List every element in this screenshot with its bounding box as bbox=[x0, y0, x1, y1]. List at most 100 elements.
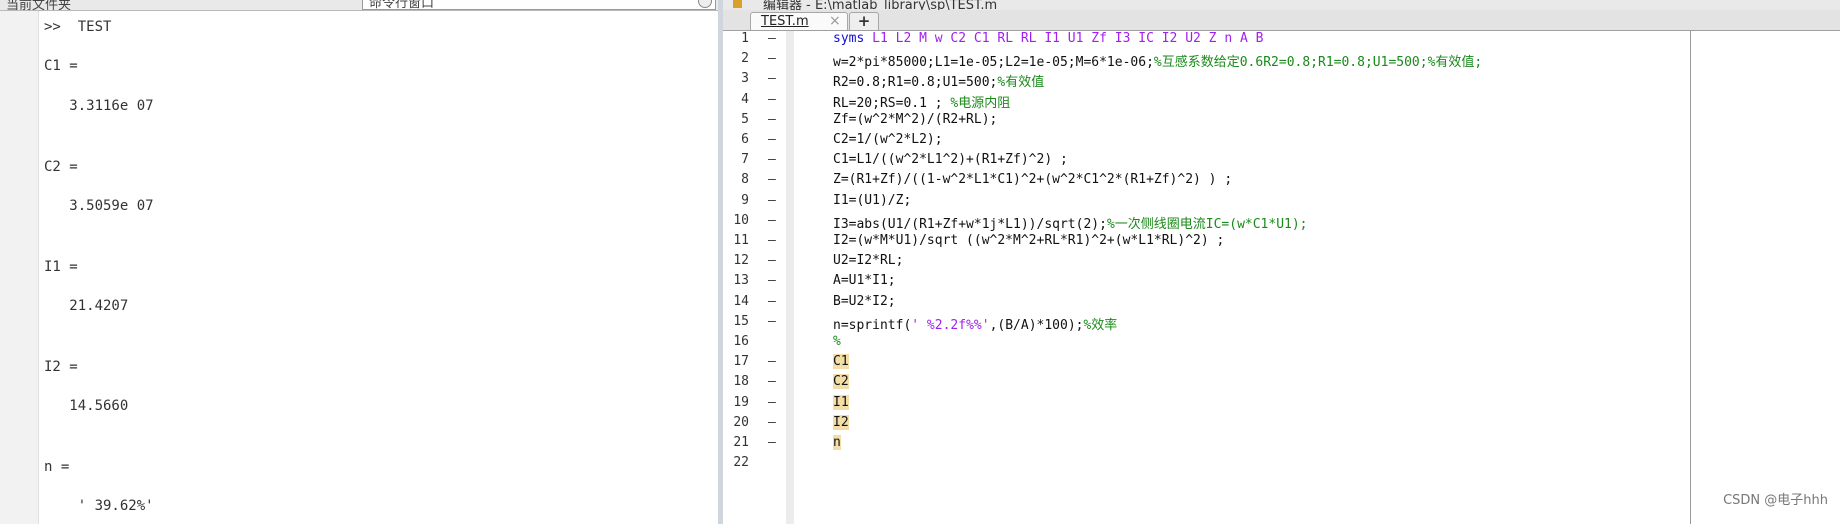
dropdown-icon[interactable] bbox=[698, 0, 712, 8]
code-line[interactable]: C2 bbox=[833, 374, 849, 389]
breakpoint-dash[interactable]: — bbox=[768, 354, 776, 369]
breakpoint-dash[interactable]: — bbox=[768, 374, 776, 389]
breakpoint-dash[interactable]: — bbox=[768, 213, 776, 228]
breakpoint-dash[interactable]: — bbox=[768, 314, 776, 329]
code-line[interactable]: A=U1*I1; bbox=[833, 273, 896, 288]
breakpoint-dash[interactable]: — bbox=[768, 132, 776, 147]
line-number: 21 bbox=[733, 435, 749, 450]
line-number: 22 bbox=[733, 455, 749, 470]
breakpoint-dash[interactable]: — bbox=[768, 395, 776, 410]
command-output-line: C2 = bbox=[44, 159, 78, 175]
breakpoint-dash[interactable]: — bbox=[768, 294, 776, 309]
command-history-combo[interactable]: 命令行窗口 bbox=[362, 0, 716, 10]
code-line[interactable]: n=sprintf(' %2.2f%%',(B/A)*100);%效率 bbox=[833, 314, 1117, 333]
code-token: % bbox=[833, 334, 841, 349]
code-line[interactable]: I2 bbox=[833, 415, 849, 430]
breakpoint-dash[interactable]: — bbox=[768, 51, 776, 66]
line-number: 7 bbox=[741, 152, 749, 167]
code-token: A=U1*I1; bbox=[833, 273, 896, 288]
command-output-line: >> TEST bbox=[44, 19, 112, 35]
breakpoint-dash[interactable]: — bbox=[768, 193, 776, 208]
breakpoint-dash[interactable]: — bbox=[768, 71, 776, 86]
breakpoint-dash[interactable]: — bbox=[768, 112, 776, 127]
line-number: 12 bbox=[733, 253, 749, 268]
breakpoint-dash[interactable]: — bbox=[768, 172, 776, 187]
line-number: 9 bbox=[741, 193, 749, 208]
code-line[interactable]: C1 bbox=[833, 354, 849, 369]
breakpoint-dash[interactable]: — bbox=[768, 435, 776, 450]
line-number: 4 bbox=[741, 92, 749, 107]
line-number: 19 bbox=[733, 395, 749, 410]
code-token: C1=L1/((w^2*L1^2)+(R1+Zf)^2) ; bbox=[833, 152, 1068, 167]
breakpoint-dash[interactable]: — bbox=[768, 92, 776, 107]
code-token: %互感系数给定0.6R2=0.8;R1=0.8;U1=500;%有效值; bbox=[1153, 55, 1483, 70]
code-line[interactable]: w=2*pi*85000;L1=1e-05;L2=1e-05;M=6*1e-06… bbox=[833, 51, 1482, 70]
line-number: 1 bbox=[741, 31, 749, 46]
code-token: n bbox=[833, 435, 841, 450]
new-tab-button[interactable]: + bbox=[849, 12, 879, 30]
line-number: 14 bbox=[733, 294, 749, 309]
command-output-line: 3.5059e 07 bbox=[44, 198, 154, 214]
editor-tab-bar: TEST.m × + bbox=[723, 10, 1840, 31]
line-number: 3 bbox=[741, 71, 749, 86]
code-token: syms bbox=[833, 31, 873, 46]
code-line[interactable]: RL=20;RS=0.1 ; %电源内阻 bbox=[833, 92, 1010, 111]
code-token: C2 bbox=[833, 374, 849, 389]
code-token: L1 L2 M w C2 C1 RL RL I1 U1 Zf I3 IC I2 … bbox=[872, 31, 1264, 46]
breakpoint-dash[interactable]: — bbox=[768, 152, 776, 167]
editor-panel: 编辑器 - E:\matlab_library\sp\TEST.m TEST.m… bbox=[723, 0, 1840, 524]
command-history-combo-label: 命令行窗口 bbox=[369, 0, 435, 10]
editor-title-bar: 编辑器 - E:\matlab_library\sp\TEST.m bbox=[723, 0, 1840, 10]
code-line[interactable]: I1 bbox=[833, 395, 849, 410]
code-line[interactable]: B=U2*I2; bbox=[833, 294, 896, 309]
code-token: I2 bbox=[833, 415, 849, 430]
code-token: I2=(w*M*U1)/sqrt ((w^2*M^2+RL*R1)^2+(w*L… bbox=[833, 233, 1225, 248]
command-output-line: 14.5660 bbox=[44, 398, 129, 414]
tab-test-m[interactable]: TEST.m × bbox=[750, 12, 848, 30]
breakpoint-dash[interactable]: — bbox=[768, 253, 776, 268]
command-output-line: 3.3116e 07 bbox=[44, 98, 154, 114]
line-number-gutter: 1 2 3 4 5 6 7 8 9 10 11 12 13 14 15 16 17 18 19 20 21 22 bbox=[723, 31, 763, 524]
code-line[interactable]: U2=I2*RL; bbox=[833, 253, 903, 268]
breakpoint-dash[interactable]: — bbox=[768, 233, 776, 248]
breakpoint-dash[interactable]: — bbox=[768, 31, 776, 46]
breakpoint-dash[interactable]: — bbox=[768, 273, 776, 288]
code-line[interactable]: syms L1 L2 M w C2 C1 RL RL I1 U1 Zf I3 I… bbox=[833, 31, 1263, 46]
command-output-line: C1 = bbox=[44, 58, 78, 74]
command-output-line: I2 = bbox=[44, 359, 78, 375]
code-line[interactable]: % bbox=[833, 334, 841, 349]
code-token: B=U2*I2; bbox=[833, 294, 896, 309]
right-margin-line bbox=[1690, 31, 1691, 524]
code-token: C1 bbox=[833, 354, 849, 369]
command-window-gutter bbox=[0, 11, 39, 524]
code-token: ,(B/A)*100); bbox=[989, 318, 1084, 333]
line-number: 15 bbox=[733, 314, 749, 329]
code-line[interactable]: n bbox=[833, 435, 841, 450]
code-line[interactable]: I2=(w*M*U1)/sqrt ((w^2*M^2+RL*R1)^2+(w*L… bbox=[833, 233, 1224, 248]
tab-label: TEST.m bbox=[761, 14, 809, 29]
code-line[interactable]: C2=1/(w^2*L2); bbox=[833, 132, 943, 147]
code-token: %有效值 bbox=[997, 75, 1045, 90]
breakpoint-gutter[interactable]: — — — — — — — — — — — — — — — — — — — — bbox=[764, 31, 786, 524]
code-area[interactable]: syms L1 L2 M w C2 C1 RL RL I1 U1 Zf I3 I… bbox=[833, 31, 1690, 524]
code-token: %效率 bbox=[1083, 318, 1118, 333]
line-number: 5 bbox=[741, 112, 749, 127]
code-line[interactable]: R2=0.8;R1=0.8;U1=500;%有效值 bbox=[833, 71, 1044, 90]
line-number: 18 bbox=[733, 374, 749, 389]
code-line[interactable]: Z=(R1+Zf)/((1-w^2*L1*C1)^2+(w^2*C1^2*(R1… bbox=[833, 172, 1232, 187]
breakpoint-dash[interactable]: — bbox=[768, 415, 776, 430]
line-number: 6 bbox=[741, 132, 749, 147]
line-number: 10 bbox=[733, 213, 749, 228]
code-folding-gutter bbox=[786, 31, 794, 524]
command-window-panel: 当前文件夹 命令行窗口 >> TEST C1 = 3.3116e 07 C2 = 3… bbox=[0, 0, 723, 524]
command-output[interactable]: >> TEST C1 = 3.3116e 07 C2 = 3.5059e 07 I1 … bbox=[44, 11, 719, 524]
code-line[interactable]: I1=(U1)/Z; bbox=[833, 193, 911, 208]
close-icon[interactable]: × bbox=[829, 13, 841, 29]
code-line[interactable]: I3=abs(U1/(R1+Zf+w*1j*L1))/sqrt(2);%一次侧线… bbox=[833, 213, 1308, 232]
code-line[interactable]: Zf=(w^2*M^2)/(R2+RL); bbox=[833, 112, 997, 127]
code-line[interactable]: C1=L1/((w^2*L1^2)+(R1+Zf)^2) ; bbox=[833, 152, 1068, 167]
line-number: 2 bbox=[741, 51, 749, 66]
command-output-line: n = bbox=[44, 459, 70, 475]
line-number: 17 bbox=[733, 354, 749, 369]
code-token: RL=20;RS=0.1 ; bbox=[833, 96, 951, 111]
